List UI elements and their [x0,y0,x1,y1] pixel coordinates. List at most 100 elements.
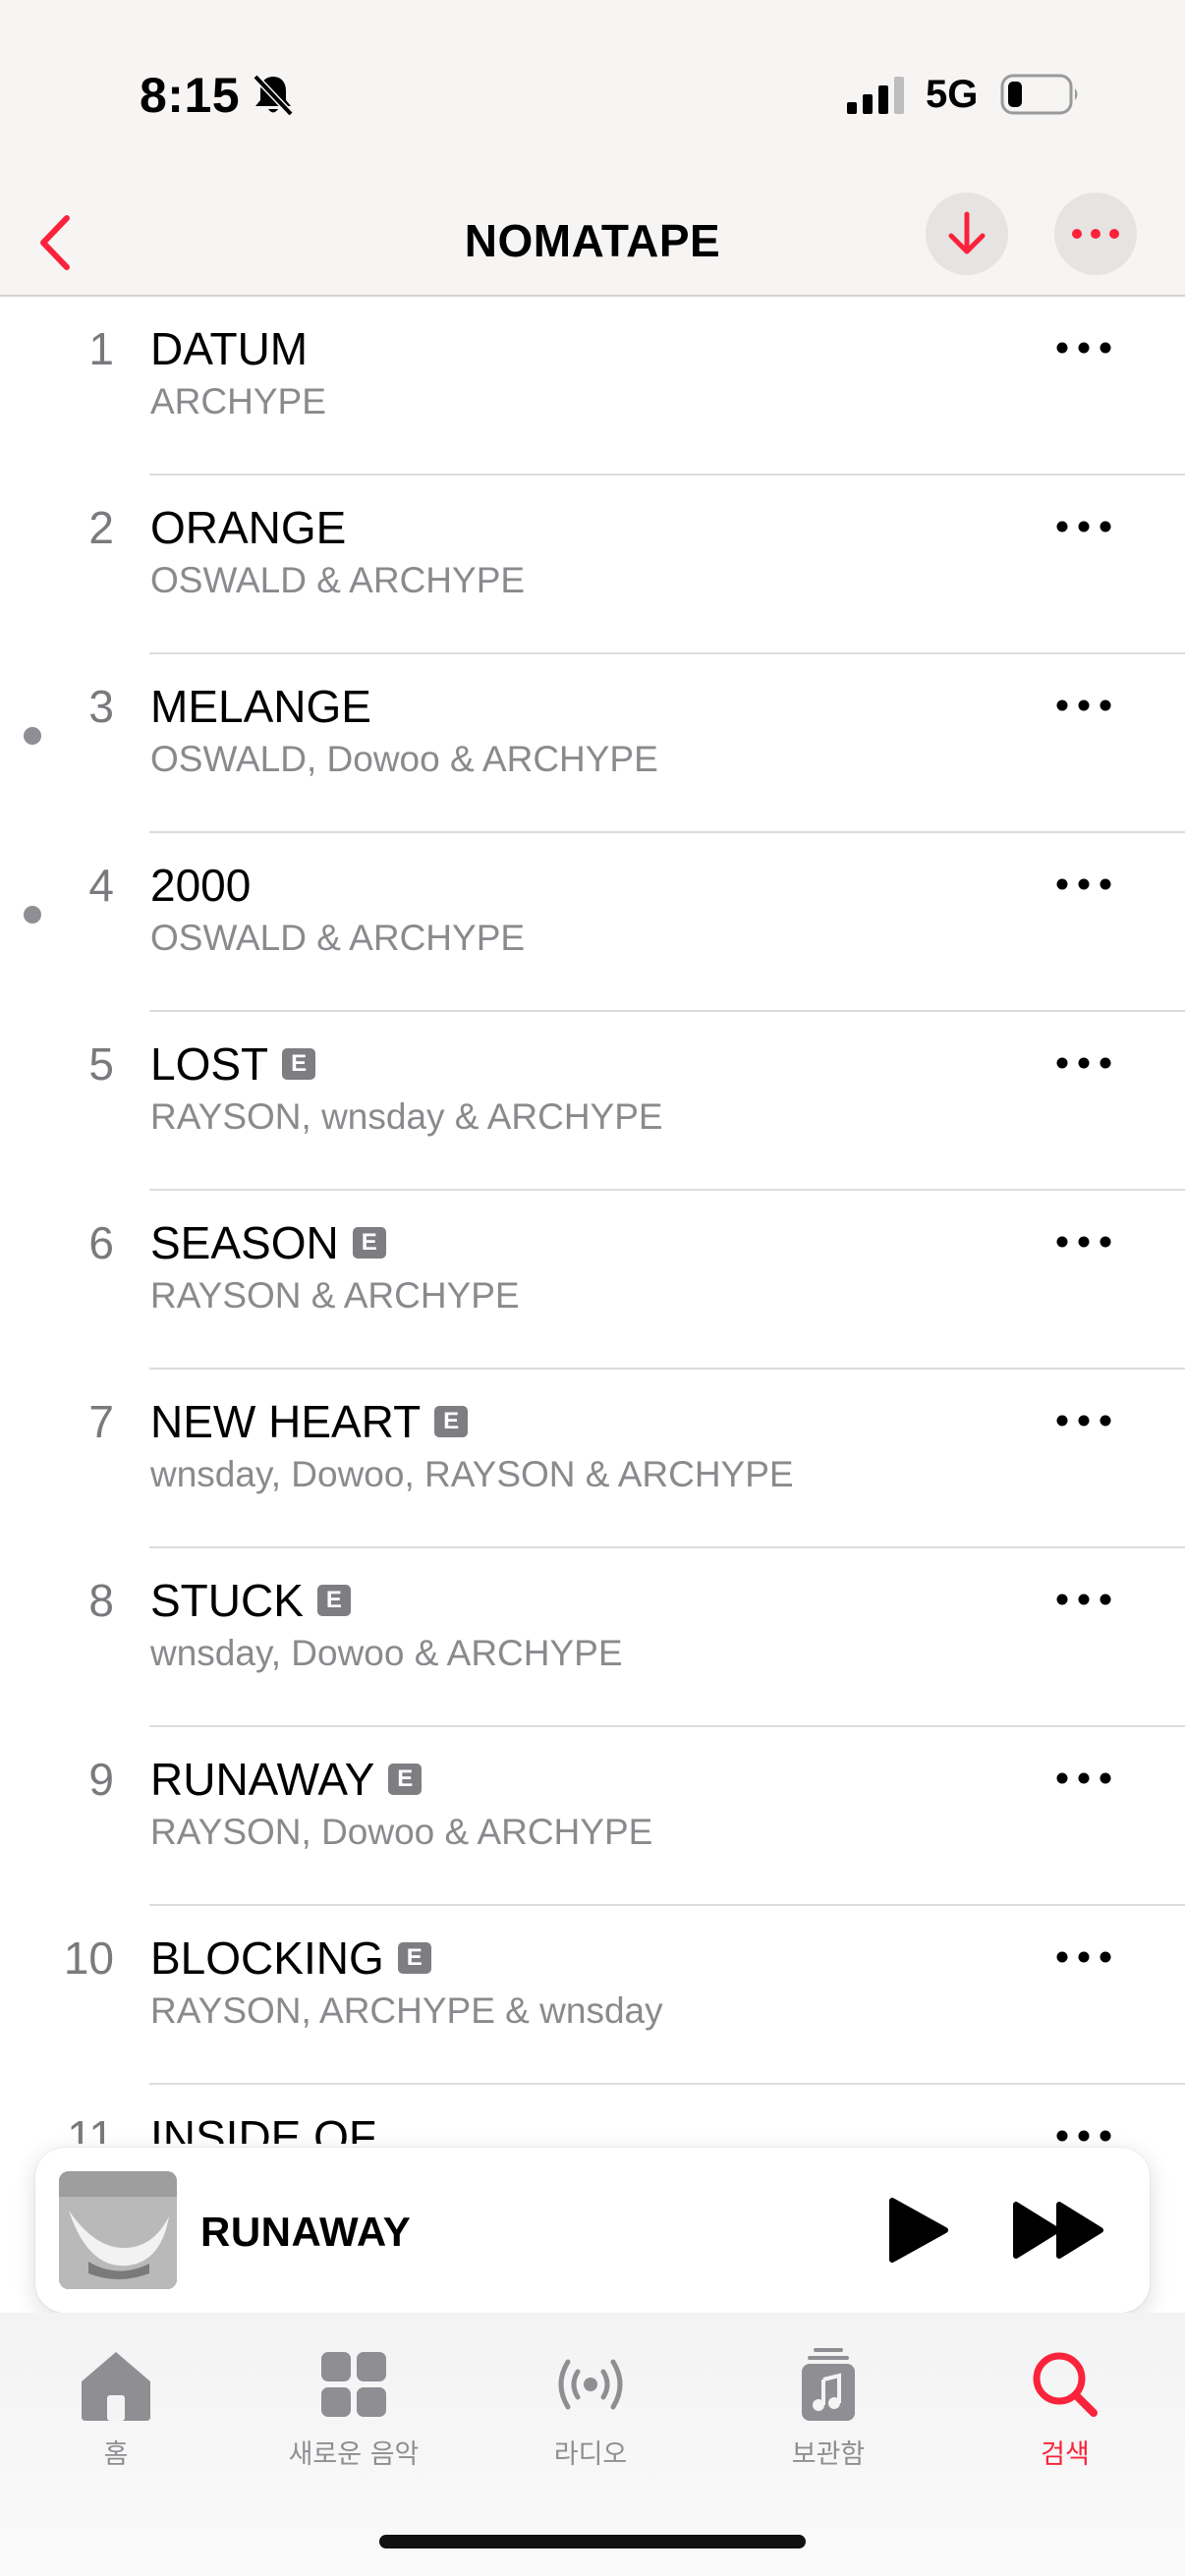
track-title-text: LOST [150,1038,269,1090]
track-row[interactable]: 7 NEW HEART Ewnsday, Dowoo, RAYSON & ARCHY… [0,1370,1185,1548]
cellular-signal-icon [847,77,904,114]
network-type: 5G [926,73,979,116]
status-time: 8:15 [140,68,241,123]
now-playing-title: RUNAWAY [200,2209,412,2255]
track-number: 6 [88,1217,114,1268]
track-more-icon[interactable] [1055,336,1112,360]
explicit-badge: E [316,1585,351,1616]
track-more-icon[interactable] [1055,1588,1112,1611]
grid-icon [321,2352,386,2417]
track-title-text: SEASON [150,1217,339,1268]
track-artist: RAYSON, wnsday & ARCHYPE [150,1096,663,1137]
ellipsis-icon [1072,229,1119,239]
track-title: SEASON E [150,1216,386,1269]
track-more-icon[interactable] [1055,872,1112,896]
track-more-icon[interactable] [1055,1051,1112,1075]
track-row[interactable]: 11 INSIDE OF [0,2085,1185,2144]
track-number: 5 [88,1038,114,1090]
track-number: 11 [67,2111,114,2144]
arrow-down-icon [948,211,986,254]
play-button[interactable] [876,2193,951,2268]
track-row[interactable]: 9 RUNAWAY E RAYSON, Dowoo & ARCHYPE [0,1727,1185,1906]
navigation-bar: NOMATAPE [0,187,1185,297]
track-title-text: MELANGE [150,681,371,732]
track-title-text: BLOCKING [150,1932,384,1984]
track-number: 8 [88,1575,114,1626]
track-more-icon[interactable] [1055,1766,1112,1790]
explicit-badge: E [282,1048,316,1080]
mini-player[interactable]: RUNAWAY [35,2148,1150,2313]
status-bar: 8:15 5G [0,0,1185,187]
track-number: 9 [88,1754,114,1805]
track-title: LOST E [150,1037,316,1091]
download-button[interactable] [926,193,1008,275]
track-title-text: 2000 [150,860,252,911]
track-title: INSIDE OF [150,2110,376,2144]
track-title-text: NEW HEART [150,1396,422,1447]
track-artist: wnsday, Dowoo & ARCHYPE [150,1633,623,1673]
track-number: 3 [88,681,114,732]
track-title-text: INSIDE OF [150,2111,377,2144]
track-artist: wnsday, Dowoo, RAYSON & ARCHYPE [150,1454,794,1494]
library-icon [802,2348,855,2421]
track-row[interactable]: 5 LOST E RAYSON, wnsday & ARCHYPE [0,1012,1185,1191]
track-more-icon[interactable] [1055,694,1112,717]
track-artist: OSWALD & ARCHYPE [150,560,526,600]
tab-label: 보관함 [791,2439,866,2470]
track-artist: RAYSON, ARCHYPE & wnsday [150,1990,663,2031]
track-list[interactable]: 1 DATUM ARCHYPE 2 ORANGE OSWALD & ARCHYPE 3 MEL… [0,297,1185,2144]
track-row[interactable]: 8 STUCK Ewnsday, Dowoo & ARCHYPE [0,1548,1185,1727]
home-icon [82,2352,150,2421]
track-more-icon[interactable] [1055,2124,1112,2144]
tab-search[interactable]: 검색 [967,2346,1163,2471]
radio-icon [558,2359,623,2410]
search-icon [1033,2352,1098,2417]
track-title: DATUM [150,322,308,375]
track-artist: OSWALD & ARCHYPE [150,918,526,958]
tab-new-music[interactable]: 새로운 음악 [255,2346,452,2471]
explicit-badge: E [388,1764,423,1795]
track-more-icon[interactable] [1055,515,1112,538]
more-options-button[interactable] [1054,193,1137,275]
tab-library[interactable]: 보관함 [730,2346,927,2471]
tab-label: 홈 [103,2439,129,2470]
track-number: 4 [88,860,114,911]
explicit-badge: E [434,1406,469,1437]
track-title: MELANGE [150,680,371,733]
track-number: 10 [63,1932,114,1984]
explicit-badge: E [352,1227,386,1259]
track-title-text: RUNAWAY [150,1754,375,1805]
track-number: 2 [88,502,114,553]
track-title: NEW HEART E [150,1395,469,1448]
track-title: RUNAWAY E [150,1753,423,1806]
track-artist: RAYSON & ARCHYPE [150,1275,520,1316]
explicit-badge: E [397,1942,431,1974]
track-title: BLOCKING E [150,1932,431,1985]
track-title-text: STUCK [150,1575,304,1626]
bell-slash-icon [253,74,294,117]
track-row[interactable]: 6 SEASON E RAYSON & ARCHYPE [0,1191,1185,1370]
track-number: 1 [88,323,114,374]
track-more-icon[interactable] [1055,1945,1112,1969]
track-artist: RAYSON, Dowoo & ARCHYPE [150,1812,653,1852]
track-more-icon[interactable] [1055,1230,1112,1254]
track-number: 7 [88,1396,114,1447]
tab-label: 새로운 음악 [288,2439,420,2470]
tab-label: 라디오 [553,2439,628,2470]
track-title-text: ORANGE [150,502,347,553]
home-indicator [379,2535,806,2548]
track-row[interactable]: 10 BLOCKING E RAYSON, ARCHYPE & wnsday [0,1906,1185,2085]
tab-home[interactable]: 홈 [18,2346,214,2471]
track-artist: ARCHYPE [150,381,326,421]
track-title-text: DATUM [150,323,309,374]
track-more-icon[interactable] [1055,1409,1112,1432]
track-row[interactable]: 1 DATUM ARCHYPE [0,297,1185,476]
track-row[interactable]: 4 2000 OSWALD & ARCHYPE [0,833,1185,1012]
track-row[interactable]: 3 MELANGE OSWALD, Dowoo & ARCHYPE [0,654,1185,833]
track-title: STUCK E [150,1574,351,1627]
tab-radio[interactable]: 라디오 [492,2346,689,2471]
tab-label: 검색 [1041,2439,1090,2470]
fast-forward-button[interactable] [1010,2199,1108,2262]
track-artist: OSWALD, Dowoo & ARCHYPE [150,739,658,779]
track-row[interactable]: 2 ORANGE OSWALD & ARCHYPE [0,476,1185,654]
